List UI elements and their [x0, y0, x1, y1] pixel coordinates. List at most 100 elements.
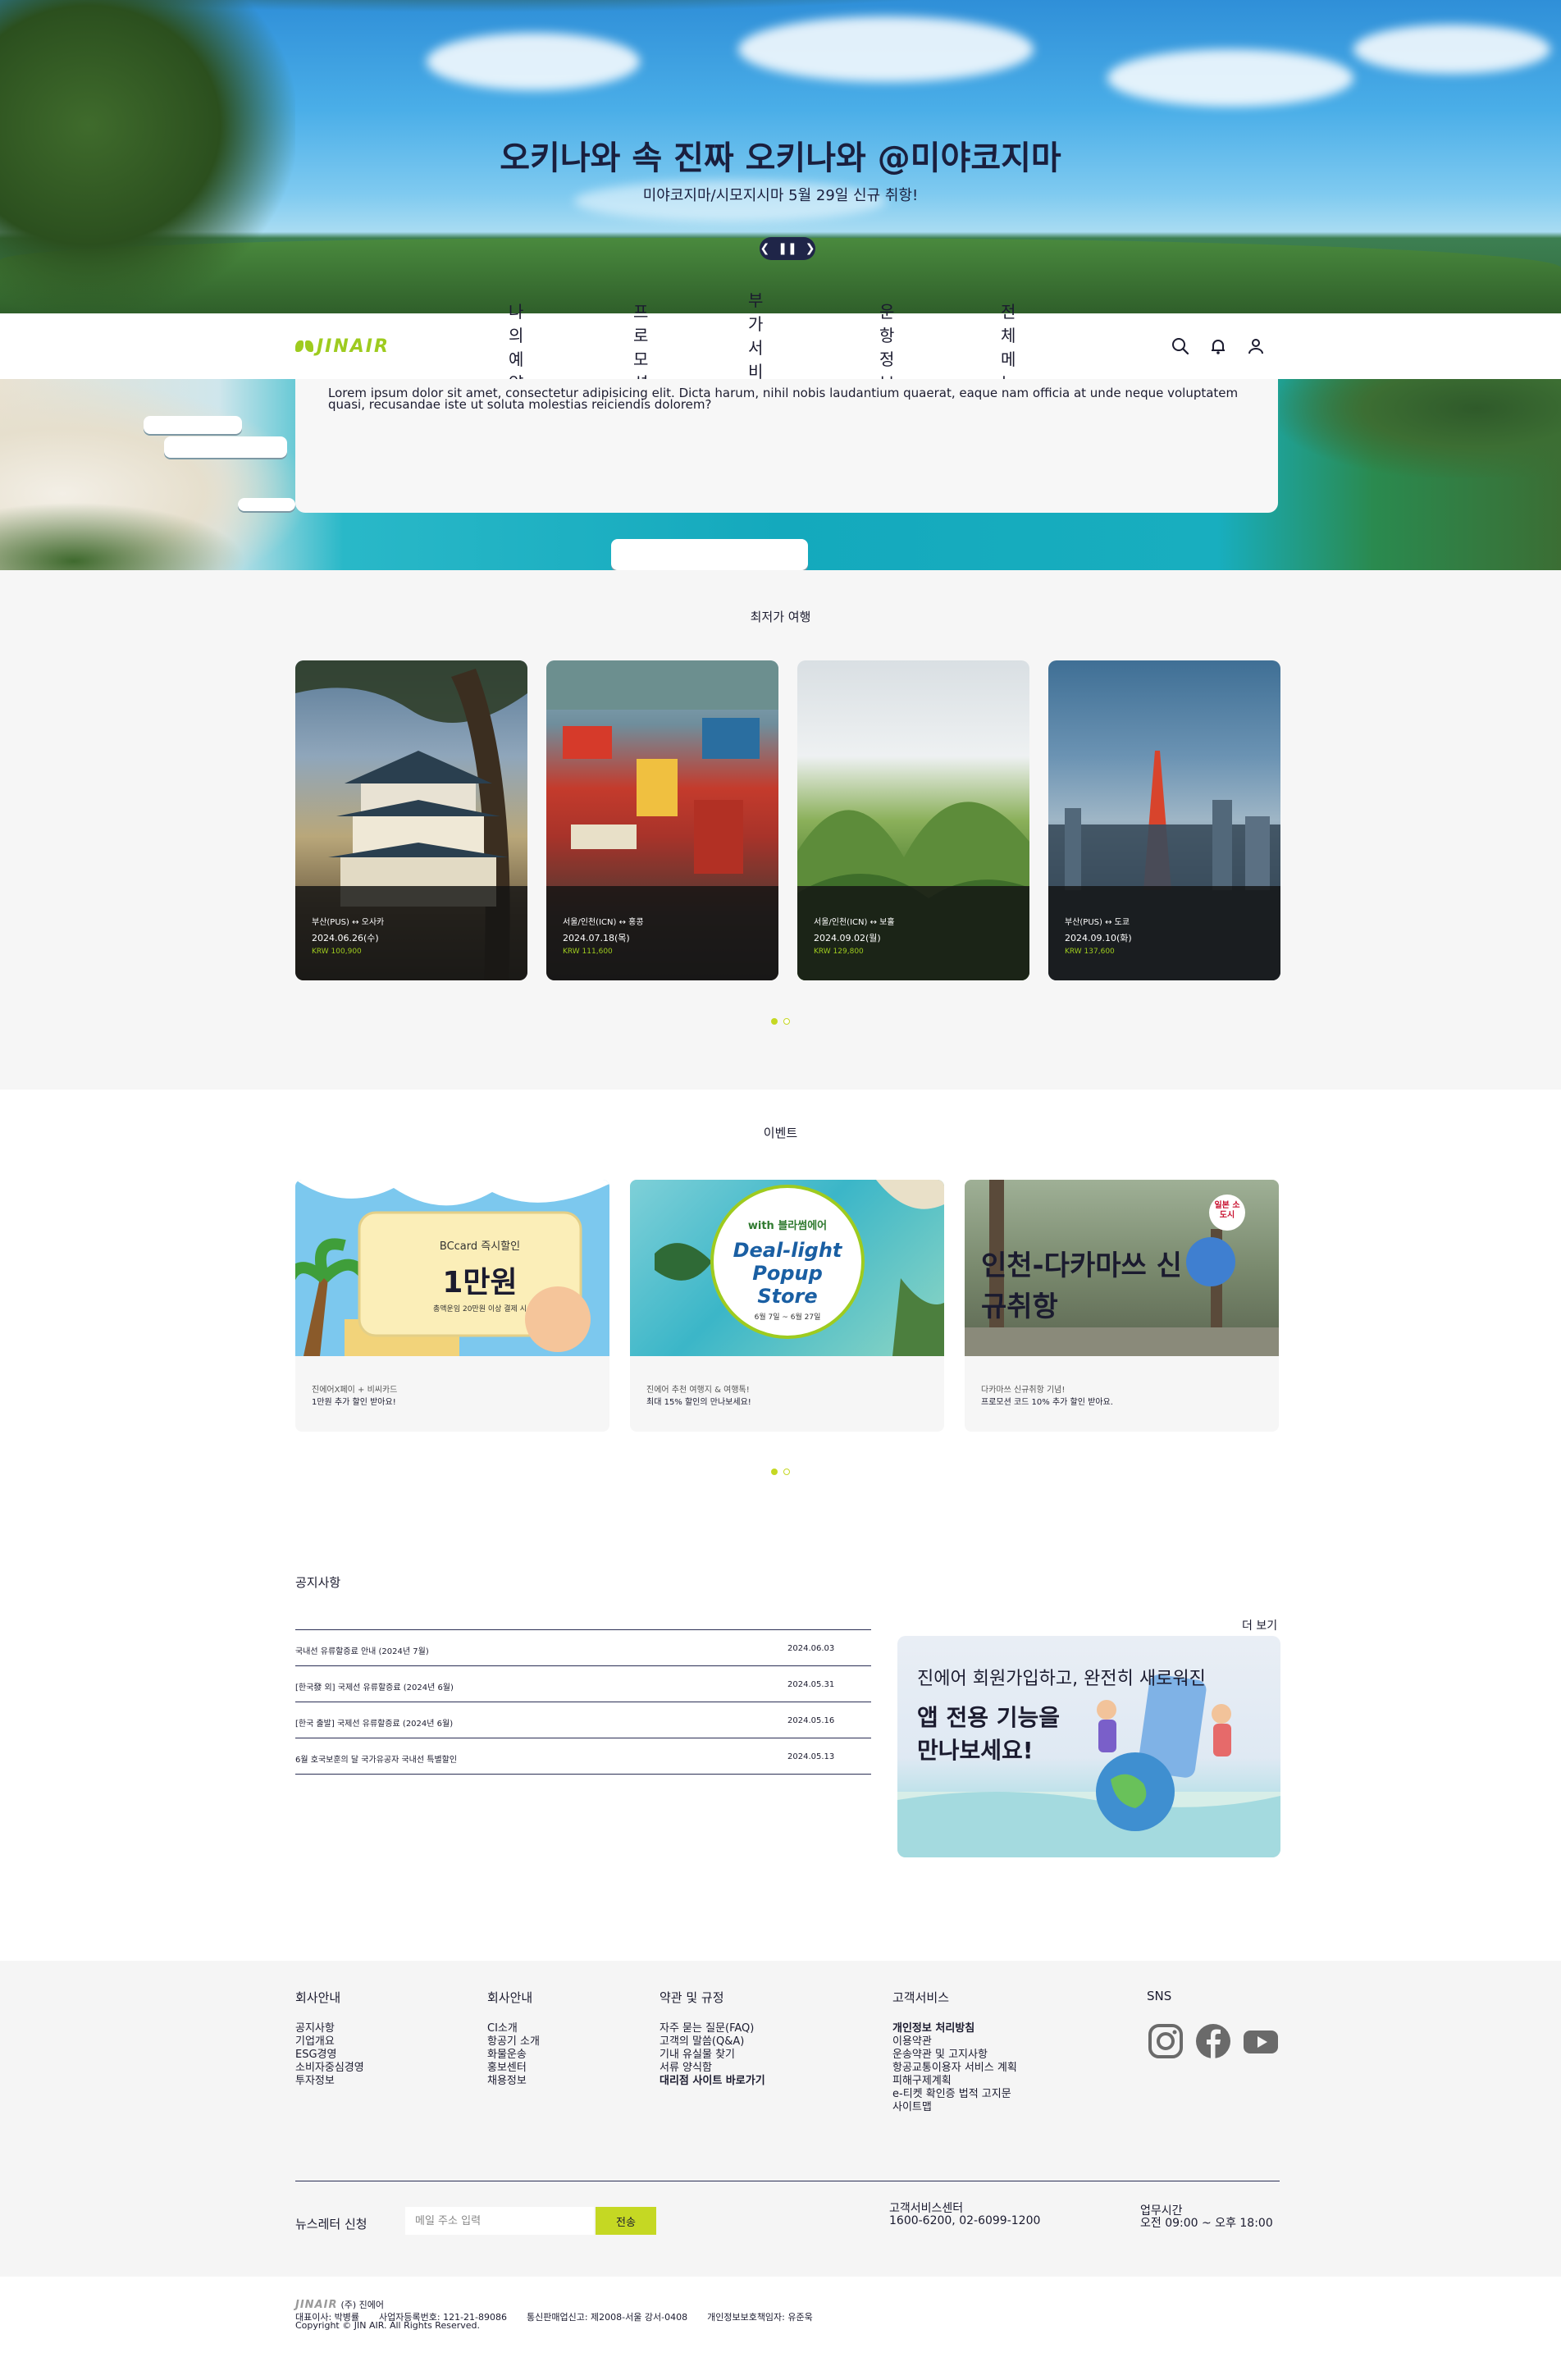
- more-link[interactable]: 더 보기: [1242, 1617, 1277, 1633]
- nav-icons: [1171, 336, 1266, 356]
- notice-row[interactable]: [한국發 외] 국제선 유류할증료 (2024년 6월) 2024.05.31: [295, 1666, 871, 1702]
- promo-line2a: 앱 전용 기능을: [917, 1704, 1061, 1731]
- promo-line1: 진에어 회원가입하고, 완전히 새로워진: [917, 1669, 1206, 1689]
- footer-link[interactable]: 기내 유실물 찾기: [660, 2049, 765, 2062]
- boat-shape: [164, 436, 287, 458]
- pagination-dot-active[interactable]: [771, 1469, 778, 1475]
- tree-branch: [0, 0, 1561, 41]
- footer-link[interactable]: 고객의 말씀(Q&A): [660, 2035, 765, 2049]
- mail-order-number: 통신판매업신고: 제2008-서울 강서-0408: [527, 2312, 688, 2323]
- customer-center-phone: 1600-6200, 02-6099-1200: [889, 2214, 1041, 2227]
- footer-link[interactable]: 개인정보 처리방침: [892, 2022, 1017, 2035]
- footer: 회사안내 공지사항 기업개요 ESG경영 소비자중심경영 투자정보 회사안내 C…: [0, 1961, 1561, 2277]
- fares-pagination: [0, 1018, 1561, 1025]
- logo-text: JINAIR: [317, 336, 390, 357]
- footer-link[interactable]: 공지사항: [295, 2022, 364, 2035]
- facebook-icon[interactable]: [1194, 2022, 1232, 2060]
- notice-row[interactable]: [한국 출발] 국제선 유류할증료 (2024년 6월) 2024.05.16: [295, 1702, 871, 1738]
- jinair-logo[interactable]: JINAIR: [295, 336, 390, 357]
- hero-banner: 오키나와 속 진짜 오키나와 @미야코지마 미야코지마/시모지시마 5월 29일…: [0, 0, 1561, 313]
- boat-shape: [144, 416, 242, 434]
- fare-card[interactable]: 부산(PUS) ↔ 오사카 2024.06.26(수) KRW 100,900: [295, 660, 527, 980]
- events-pagination: [0, 1469, 1561, 1475]
- instagram-icon[interactable]: [1147, 2022, 1184, 2060]
- main-navigation: JINAIR 나의예약 프로모션 부가서비스 운항정보 전체메뉴: [0, 290, 1561, 405]
- banner-main: 1만원: [442, 1266, 518, 1300]
- footer-logo-text: JINAIR: [295, 2298, 338, 2311]
- pagination-dot[interactable]: [783, 1018, 790, 1025]
- banner-main: 인천-다카마쓰 신규취항: [981, 1249, 1182, 1323]
- fare-price: KRW 129,800: [814, 948, 864, 956]
- footer-column-company-2: 회사안내 CI소개 항공기 소개 화물운송 홍보센터 채용정보: [487, 1989, 540, 2088]
- footer-link[interactable]: 항공교통이용자 서비스 계획: [892, 2062, 1017, 2075]
- newsletter-email-input[interactable]: [405, 2207, 594, 2235]
- footer-link[interactable]: 투자정보: [295, 2075, 364, 2088]
- footer-link[interactable]: 운송약관 및 고지사항: [892, 2049, 1017, 2062]
- user-icon[interactable]: [1246, 336, 1266, 356]
- company-name: (주) 진에어: [340, 2300, 385, 2310]
- fare-date: 2024.07.18(목): [563, 933, 630, 943]
- pause-icon[interactable]: ❚❚: [778, 242, 796, 255]
- notice-row-date: 2024.05.13: [787, 1752, 835, 1761]
- footer-link[interactable]: e-티켓 확인증 법적 고지문: [892, 2088, 1017, 2101]
- footer-logo: JINAIR (주) 진에어: [295, 2298, 384, 2311]
- chevron-right-icon[interactable]: ❯: [806, 242, 815, 255]
- notice-row[interactable]: 국내선 유류할증료 안내 (2024년 7월) 2024.06.03: [295, 1630, 871, 1666]
- section-title: 최저가 여행: [750, 610, 811, 624]
- pagination-dot[interactable]: [783, 1469, 790, 1475]
- notice-row[interactable]: 6월 호국보훈의 달 국가유공자 국내선 특별할인 2024.05.13: [295, 1738, 871, 1775]
- footer-link[interactable]: 대리점 사이트 바로가기: [660, 2075, 765, 2088]
- footer-link[interactable]: 화물운송: [487, 2049, 540, 2062]
- sns-icons: [1147, 2022, 1280, 2060]
- app-promo-banner[interactable]: 진에어 회원가입하고, 완전히 새로워진 앱 전용 기능을 만나보세요!: [897, 1636, 1280, 1857]
- footer-link[interactable]: 채용정보: [487, 2075, 540, 2088]
- event-card[interactable]: BCcard 즉시할인 1만원 총액운임 20만원 이상 결제 시 진에어X페이…: [295, 1180, 609, 1432]
- pagination-dot-active[interactable]: [771, 1018, 778, 1025]
- newsletter-submit-button[interactable]: 전송: [596, 2207, 656, 2235]
- notice-list: 국내선 유류할증료 안내 (2024년 7월) 2024.06.03 [한국發 …: [295, 1629, 871, 1775]
- footer-link[interactable]: 서류 양식함: [660, 2062, 765, 2075]
- fare-card[interactable]: 서울/인천(ICN) ↔ 보홀 2024.09.02(월) KRW 129,80…: [797, 660, 1029, 980]
- youtube-icon[interactable]: [1242, 2022, 1280, 2060]
- bell-icon[interactable]: [1208, 336, 1228, 356]
- footer-link[interactable]: ESG경영: [295, 2049, 364, 2062]
- hero-title: 오키나와 속 진짜 오키나와 @미야코지마: [500, 139, 1061, 177]
- fare-card[interactable]: 부산(PUS) ↔ 도쿄 2024.09.10(화) KRW 137,600: [1048, 660, 1280, 980]
- event-subtitle: 다카마쓰 신규취항 기념!: [981, 1386, 1066, 1395]
- event-banner-popup-store: with 블라썸에어 Deal-light Popup Store 6월 7일 …: [630, 1180, 944, 1356]
- footer-link[interactable]: 소비자중심경영: [295, 2062, 364, 2075]
- search-icon[interactable]: [1171, 336, 1190, 356]
- boat-shape: [238, 498, 295, 511]
- footer-column-title: SNS: [1147, 1989, 1172, 2003]
- footer-link[interactable]: CI소개: [487, 2022, 540, 2035]
- banner-main: Deal-light Popup Store: [733, 1239, 842, 1308]
- company-info: JINAIR (주) 진에어 대표이사: 박병률 사업자등록번호: 121-21…: [0, 2277, 1561, 2380]
- event-description: 프로모션 코드 10% 추가 할인 받아요.: [981, 1398, 1113, 1407]
- notice-row-title: 6월 호국보훈의 달 국가유공자 국내선 특별할인: [295, 1756, 458, 1765]
- cloud-shape: [1107, 49, 1353, 107]
- beach-vegetation: [0, 502, 246, 570]
- lowest-fare-section: 최저가 여행 부산(PUS) ↔ 오사카 2024.06.26(수) KRW 1…: [0, 570, 1561, 1090]
- chevron-left-icon[interactable]: ❮: [760, 242, 770, 255]
- footer-link[interactable]: 항공기 소개: [487, 2035, 540, 2049]
- notice-row-date: 2024.05.16: [787, 1716, 835, 1725]
- event-card[interactable]: with 블라썸에어 Deal-light Popup Store 6월 7일 …: [630, 1180, 944, 1432]
- footer-column-customer-service: 고객서비스 개인정보 처리방침 이용약관 운송약관 및 고지사항 항공교통이용자…: [892, 1989, 1017, 2114]
- hero-slider-controls: ❮ ❚❚ ❯: [760, 237, 815, 260]
- notice-row-date: 2024.06.03: [787, 1644, 835, 1653]
- banner-note: 6월 7일 ~ 6월 27일: [754, 1313, 821, 1322]
- footer-link[interactable]: 자주 묻는 질문(FAQ): [660, 2022, 765, 2035]
- footer-link[interactable]: 이용약관: [892, 2035, 1017, 2049]
- event-card[interactable]: 일본 소도시 인천-다카마쓰 신규취항 다카마쓰 신규취항 기념! 프로모션 코…: [965, 1180, 1279, 1432]
- notice-row-title: 국내선 유류할증료 안내 (2024년 7월): [295, 1647, 429, 1656]
- fare-price: KRW 137,600: [1065, 948, 1115, 956]
- footer-link[interactable]: 기업개요: [295, 2035, 364, 2049]
- footer-link[interactable]: 홍보센터: [487, 2062, 540, 2075]
- fare-card[interactable]: 서울/인천(ICN) ↔ 홍콩 2024.07.18(목) KRW 111,60…: [546, 660, 778, 980]
- footer-link[interactable]: 피해구제계획: [892, 2075, 1017, 2088]
- fare-route: 서울/인천(ICN) ↔ 보홀: [814, 918, 895, 927]
- event-subtitle: 진에어X페이 + 비씨카드: [312, 1386, 398, 1395]
- footer-link[interactable]: 사이트맵: [892, 2101, 1017, 2114]
- privacy-officer: 개인정보보호책임자: 유준욱: [707, 2312, 813, 2323]
- notice-row-date: 2024.05.31: [787, 1680, 835, 1689]
